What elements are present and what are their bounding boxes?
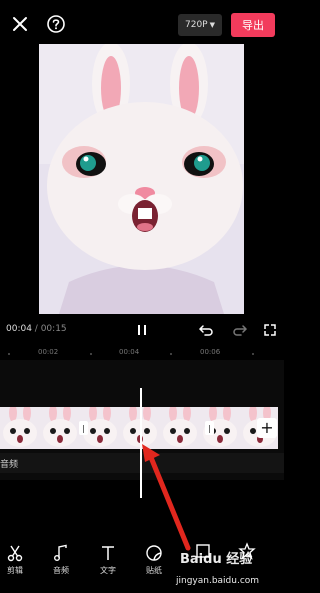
clip-transition-marker[interactable]: | <box>79 421 88 435</box>
timecode: 00:04 / 00:15 <box>6 324 67 334</box>
redo-icon[interactable] <box>228 318 252 342</box>
sticker-icon <box>146 545 162 561</box>
ruler-dot <box>252 353 254 355</box>
undo-icon[interactable] <box>194 318 218 342</box>
tool-text[interactable]: 文字 <box>88 544 128 576</box>
tool-audio[interactable]: 音频 <box>41 544 81 576</box>
tool-label: 音频 <box>53 566 69 575</box>
tool-edit[interactable]: 剪辑 <box>0 544 35 576</box>
tool-label: 剪辑 <box>7 566 23 575</box>
fullscreen-icon[interactable] <box>258 318 282 342</box>
baidu-watermark: Baidu 经验 <box>180 552 253 567</box>
clip-frame-thumbnail <box>40 407 80 449</box>
tool-sticker[interactable]: 贴纸 <box>134 544 174 576</box>
scissors-icon <box>7 545 23 562</box>
clip-transition-marker[interactable]: | <box>205 421 214 435</box>
add-clip-button[interactable]: + <box>257 418 277 438</box>
caret-down-icon: ▼ <box>209 21 215 29</box>
resolution-select[interactable]: 720P ▼ <box>178 14 222 36</box>
clip-frame-thumbnail <box>160 407 200 449</box>
text-icon <box>102 546 114 560</box>
ruler-tick: 00:04 <box>119 348 140 356</box>
watermark-url: jingyan.baidu.com <box>176 576 260 586</box>
export-button[interactable]: 导出 <box>231 13 275 37</box>
clip-frame-thumbnail <box>0 407 40 449</box>
playhead[interactable] <box>140 388 142 498</box>
close-icon[interactable] <box>8 12 32 36</box>
pause-icon[interactable] <box>130 318 154 342</box>
ruler-dot <box>170 353 172 355</box>
ruler-tick: 00:02 <box>38 348 59 356</box>
music-note-icon <box>54 544 67 561</box>
current-time: 00:04 <box>6 324 32 334</box>
help-icon[interactable] <box>44 12 68 36</box>
audio-track[interactable] <box>0 453 284 473</box>
time-separator: / <box>31 324 41 334</box>
total-time: 00:15 <box>40 324 67 334</box>
video-preview[interactable] <box>39 44 244 314</box>
ruler-dot <box>90 353 92 355</box>
tool-label: 贴纸 <box>146 566 162 575</box>
audio-track-label: 音频 <box>0 460 19 470</box>
ruler-tick: 00:06 <box>200 348 221 356</box>
resolution-label: 720P <box>185 20 208 30</box>
tool-label: 文字 <box>100 566 116 575</box>
bunny-face-image <box>39 44 244 314</box>
video-clip-filmstrip[interactable] <box>0 407 278 449</box>
ruler-dot <box>8 353 10 355</box>
